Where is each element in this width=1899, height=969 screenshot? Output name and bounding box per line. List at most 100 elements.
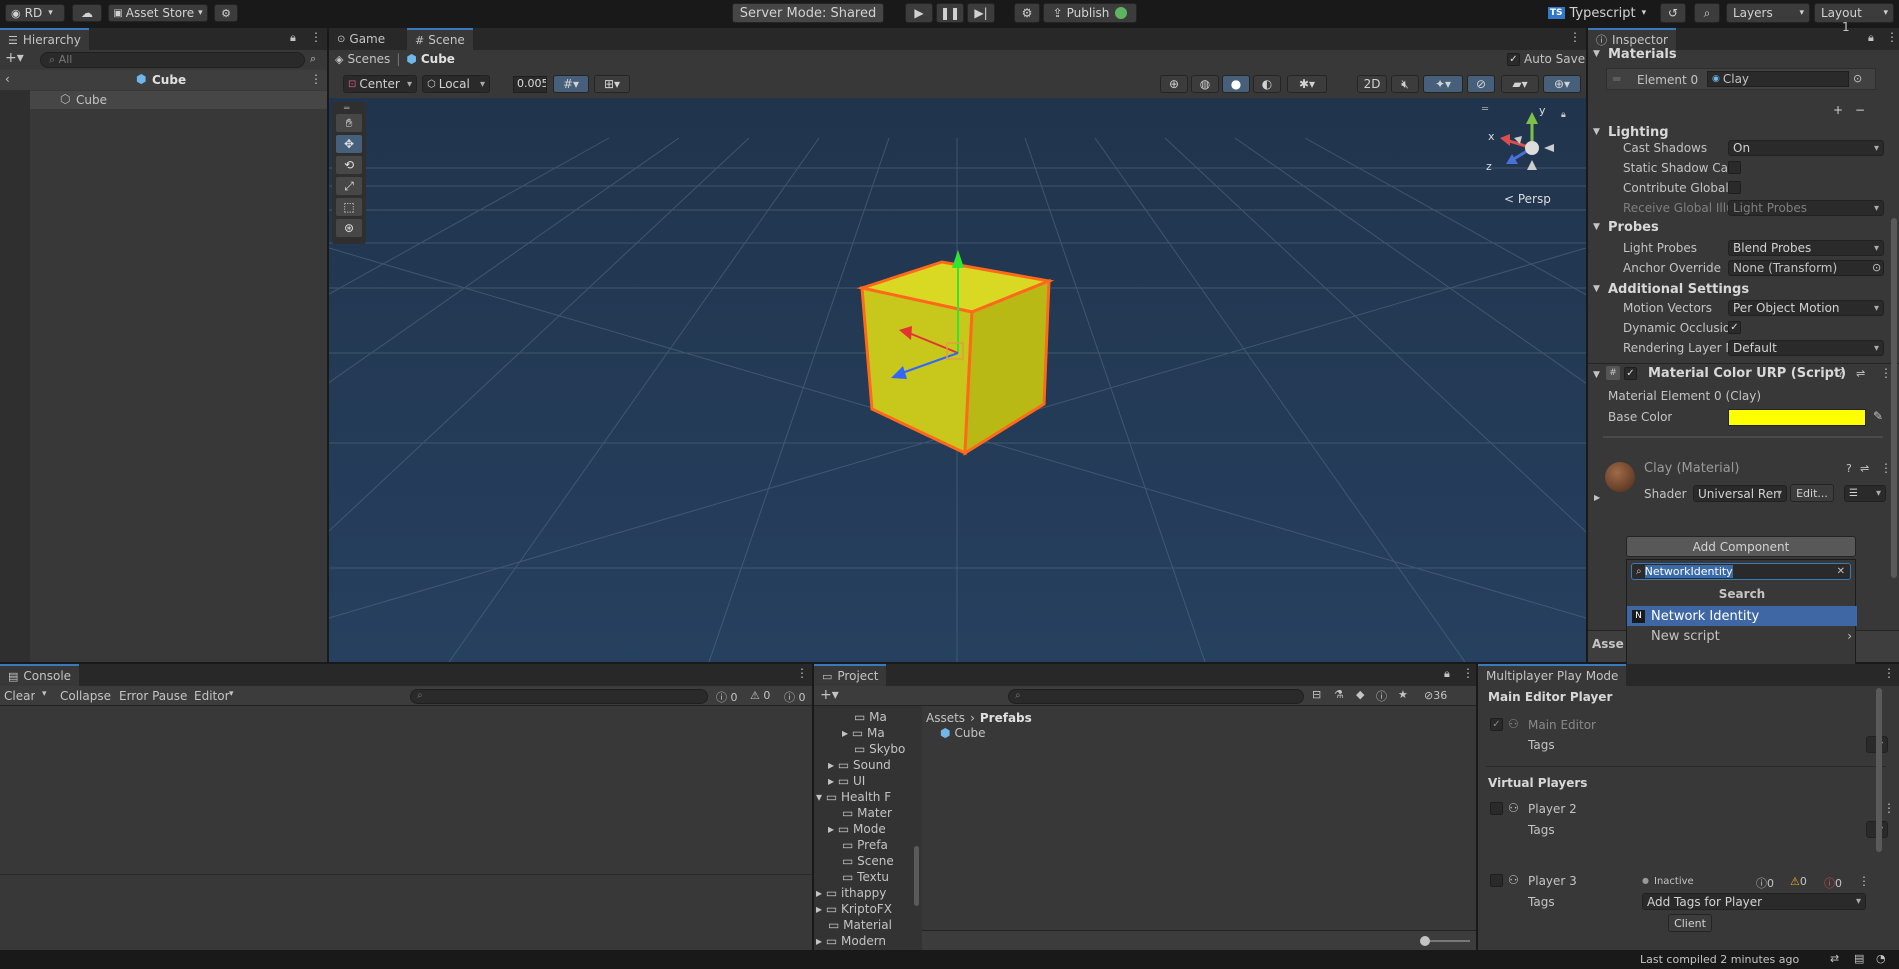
- foldout-closed-icon[interactable]: ▶: [1594, 493, 1600, 502]
- breadcrumb-assets[interactable]: Assets: [926, 711, 965, 725]
- static-shadow-checkbox[interactable]: [1728, 161, 1741, 174]
- breadcrumb-prefabs[interactable]: Prefabs: [980, 711, 1032, 725]
- lock-icon[interactable]: 🔒︎: [290, 31, 296, 45]
- breadcrumb-current[interactable]: Cube: [421, 52, 455, 66]
- breadcrumb-root[interactable]: Scenes: [347, 52, 390, 66]
- transform-tool-button[interactable]: ⊛: [336, 219, 362, 237]
- cache-icon[interactable]: ▤: [1854, 952, 1864, 965]
- lock-icon[interactable]: 🔒︎: [1444, 667, 1450, 681]
- create-button[interactable]: +▾: [5, 50, 24, 66]
- console-search-input[interactable]: ⌕: [410, 689, 708, 704]
- script-enabled-checkbox[interactable]: ✓: [1624, 367, 1637, 380]
- cloud-button[interactable]: ☁: [72, 4, 102, 22]
- foldout-open-icon[interactable]: ▼: [1593, 49, 1600, 59]
- materials-header[interactable]: Materials: [1608, 47, 1677, 62]
- icon-size-slider[interactable]: [1420, 936, 1470, 946]
- tree-item[interactable]: ▭ Material: [828, 918, 892, 932]
- hierarchy-row[interactable]: ⬡ Cube: [30, 91, 327, 109]
- component-search-input[interactable]: ⌕ NetworkIdentity ✕: [1631, 563, 1851, 580]
- motion-vectors-dropdown[interactable]: Per Object Motion: [1728, 300, 1884, 316]
- tree-item[interactable]: ▸ ▭ Mode: [828, 822, 886, 836]
- increment-snap-button[interactable]: ⊞▾: [594, 75, 630, 93]
- grid-snap-button[interactable]: #▾: [553, 75, 589, 93]
- shader-dropdown[interactable]: Universal Ren: [1693, 485, 1787, 502]
- editor-target-dropdown[interactable]: Editor: [194, 689, 230, 703]
- orientation-gizmo[interactable]: y x z: [1486, 104, 1572, 188]
- edit-shader-button[interactable]: Edit...: [1790, 484, 1834, 502]
- play-button[interactable]: ▶: [905, 3, 933, 23]
- move-tool-button[interactable]: ✥: [336, 135, 362, 153]
- light-probes-dropdown[interactable]: Blend Probes: [1728, 240, 1884, 256]
- chevron-down-icon[interactable]: ▾: [42, 689, 47, 699]
- slider-thumb[interactable]: [1420, 936, 1430, 946]
- tree-scrollbar[interactable]: [914, 846, 919, 906]
- layout-dropdown[interactable]: Layout ▾: [1814, 3, 1894, 23]
- help-icon[interactable]: ?: [1846, 462, 1852, 475]
- scene-search-icon[interactable]: ⌕: [310, 52, 316, 66]
- eyedropper-icon[interactable]: ✎: [1873, 409, 1883, 423]
- progress-icon[interactable]: ◔: [1876, 952, 1886, 965]
- tree-item[interactable]: ▸ ▭ ithappy: [816, 886, 886, 900]
- object-picker-icon[interactable]: ⊙: [1853, 72, 1862, 85]
- more-icon[interactable]: ⋮: [1462, 666, 1474, 680]
- rendering-layer-dropdown[interactable]: Default: [1728, 340, 1884, 356]
- lock-icon[interactable]: 🔒︎: [1868, 31, 1874, 45]
- gizmos-button[interactable]: ⊕▾: [1543, 75, 1581, 93]
- history-button[interactable]: ↺: [1660, 3, 1686, 23]
- star-icon[interactable]: ★: [1398, 688, 1408, 701]
- create-button[interactable]: +▾: [820, 687, 839, 703]
- server-mode-button[interactable]: Server Mode: Shared: [732, 3, 884, 23]
- base-color-swatch[interactable]: [1728, 409, 1866, 426]
- console-log-area[interactable]: [0, 706, 812, 906]
- snap-increment-input[interactable]: 0.005: [513, 76, 547, 93]
- layers-dropdown[interactable]: Layers ▾: [1726, 3, 1810, 23]
- result-new-script[interactable]: New script ›: [1627, 626, 1857, 646]
- hierarchy-search-input[interactable]: ⌕ All: [40, 52, 305, 68]
- publish-button[interactable]: ⇪ Publish: [1043, 3, 1137, 23]
- more-icon[interactable]: ⋮: [796, 666, 808, 680]
- preset-icon[interactable]: ⇌: [1860, 462, 1869, 475]
- mppm-scrollbar[interactable]: [1876, 688, 1882, 852]
- projection-label[interactable]: < Persp: [1504, 192, 1551, 206]
- player3-checkbox[interactable]: [1490, 874, 1503, 887]
- material-preview-thumb[interactable]: [1605, 462, 1635, 492]
- more-icon[interactable]: ⋮: [1883, 801, 1895, 815]
- more-icon[interactable]: ⋮: [1858, 874, 1870, 888]
- error-count[interactable]: ⓘ 0: [784, 689, 806, 705]
- drag-handle-icon[interactable]: ═: [1613, 72, 1620, 86]
- lit-button[interactable]: ◐: [1253, 75, 1281, 93]
- more-icon[interactable]: ⋮: [1883, 666, 1895, 680]
- network-icon[interactable]: ⇄: [1830, 952, 1839, 965]
- probes-header[interactable]: Probes: [1608, 220, 1659, 235]
- tree-item[interactable]: ▭ Mater: [842, 806, 892, 820]
- cube-object[interactable]: [856, 260, 1055, 456]
- foldout-open-icon[interactable]: ▼: [1593, 370, 1600, 380]
- tree-item[interactable]: ▸ ▭ Ma: [842, 726, 885, 740]
- collapse-button[interactable]: Collapse: [60, 689, 111, 703]
- tree-item[interactable]: ▭ Ma: [854, 710, 887, 724]
- tab-game[interactable]: ⊙ Game: [329, 28, 393, 50]
- script-header[interactable]: Material Color URP (Script): [1648, 366, 1846, 381]
- material-options-dropdown[interactable]: ☰: [1844, 485, 1886, 502]
- client-button[interactable]: Client: [1668, 914, 1712, 932]
- back-icon[interactable]: ‹: [5, 72, 10, 86]
- project-search-input[interactable]: ⌕: [1008, 689, 1304, 704]
- foldout-open-icon[interactable]: ▼: [1593, 284, 1600, 294]
- cast-shadows-dropdown[interactable]: On: [1728, 140, 1884, 156]
- tab-hierarchy[interactable]: ☰ Hierarchy: [0, 28, 89, 50]
- error-pause-button[interactable]: Error Pause: [119, 689, 187, 703]
- asset-labels-header[interactable]: Asse: [1592, 637, 1624, 651]
- effects-button[interactable]: ✦▾: [1423, 75, 1463, 93]
- lighting-header[interactable]: Lighting: [1608, 125, 1669, 140]
- add-component-button[interactable]: Add Component: [1626, 536, 1856, 557]
- more-icon[interactable]: ⋮: [1886, 30, 1898, 44]
- foldout-open-icon[interactable]: ▼: [1593, 222, 1600, 232]
- tab-scene[interactable]: # Scene: [407, 28, 473, 50]
- anchor-override-field[interactable]: None (Transform): [1728, 260, 1884, 276]
- additional-settings-header[interactable]: Additional Settings: [1608, 282, 1749, 297]
- tab-multiplayer-play-mode[interactable]: Multiplayer Play Mode: [1478, 664, 1627, 686]
- inspector-scrollbar[interactable]: [1891, 218, 1897, 578]
- log-count[interactable]: ⓘ 0: [716, 689, 738, 705]
- tree-item[interactable]: ▭ Scene: [842, 854, 894, 868]
- asset-item[interactable]: ⬢ Cube: [940, 726, 985, 740]
